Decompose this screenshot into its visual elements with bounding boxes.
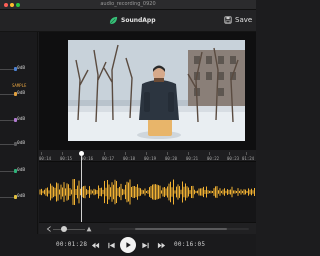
track-divider — [0, 197, 14, 198]
skip-forward-button[interactable] — [139, 239, 151, 251]
ruler-tick — [104, 152, 105, 155]
ruler-tick-label: 00:19 — [144, 156, 157, 161]
ruler-tick — [146, 152, 147, 155]
ruler-tick — [62, 152, 63, 155]
ruler-tick — [167, 152, 168, 155]
track-volume[interactable]: 0dB — [17, 66, 25, 71]
ruler-tick — [188, 152, 189, 155]
fast-forward-icon — [157, 242, 165, 248]
ruler-tick-label: 00:14 — [39, 156, 52, 161]
leaf-icon — [109, 16, 118, 25]
audio-track[interactable] — [39, 174, 256, 210]
app-header: SoundApp Save — [0, 10, 256, 32]
track-volume[interactable]: 0dB — [17, 117, 25, 122]
track-control[interactable]: 0dB — [0, 115, 38, 125]
track-volume[interactable]: 0dB — [17, 168, 25, 173]
track-volume[interactable]: 0dB — [17, 91, 25, 96]
track-volume[interactable]: 0dB — [17, 194, 25, 199]
ruler-tick-label: 00:20 — [165, 156, 178, 161]
track-divider — [0, 171, 14, 172]
track-volume[interactable]: 0dB — [17, 141, 25, 146]
video-preview-panel — [39, 32, 256, 150]
zoom-in-icon[interactable] — [85, 225, 93, 233]
current-time: 00:01:28 — [56, 241, 88, 248]
ruler-tick-label: 00:16 — [81, 156, 94, 161]
ruler-tick — [229, 152, 230, 155]
window-titlebar: audio_recording_0920 — [0, 0, 256, 10]
play-icon — [126, 242, 131, 248]
ruler-tick — [209, 152, 210, 155]
ruler-tick-label: 00:21 — [186, 156, 199, 161]
zoom-slider-track[interactable] — [53, 229, 85, 230]
rewind-icon — [91, 242, 99, 248]
ruler-tick-label: 01:24 — [242, 156, 255, 161]
audio-waveform — [39, 179, 255, 205]
time-ruler[interactable]: 00:14 00:15 00:16 00:17 00:18 00:19 00:2… — [39, 150, 256, 162]
timeline-zoom-bar — [39, 222, 256, 234]
fast-forward-button[interactable] — [155, 239, 167, 251]
track-tag: SAMPLE — [12, 83, 27, 88]
window-title: audio_recording_0920 — [100, 1, 156, 7]
timeline-panel[interactable]: 00:14 00:15 00:16 00:17 00:18 00:19 00:2… — [39, 150, 256, 222]
zoom-slider-handle[interactable] — [61, 226, 67, 232]
skip-back-icon — [107, 242, 115, 248]
video-frame-image — [68, 40, 245, 141]
scrollbar-thumb[interactable] — [135, 228, 227, 230]
track-control[interactable]: 0dB — [0, 139, 38, 149]
app-name: SoundApp — [121, 17, 156, 24]
skip-back-button[interactable] — [105, 239, 117, 251]
track-divider — [0, 120, 14, 121]
total-time: 00:16:05 — [174, 241, 206, 248]
save-icon — [224, 16, 232, 24]
track-control[interactable]: 0dB — [0, 166, 38, 176]
ruler-tick — [246, 152, 247, 155]
play-button[interactable] — [120, 237, 136, 253]
track-sidebar: 0dB SAMPLE 0dB 0dB 0dB 0dB 0dB — [0, 32, 38, 256]
brand: SoundApp — [109, 16, 156, 25]
save-label: Save — [235, 16, 253, 24]
track-divider — [0, 144, 14, 145]
rewind-button[interactable] — [89, 239, 101, 251]
track-control[interactable]: 0dB — [0, 192, 38, 202]
ruler-tick — [125, 152, 126, 155]
ruler-tick-label: 00:18 — [123, 156, 136, 161]
ruler-tick-label: 00:15 — [60, 156, 73, 161]
ruler-tick-label: 00:22 — [207, 156, 220, 161]
ruler-tick-label: 00:17 — [102, 156, 115, 161]
timeline-scrollbar[interactable] — [109, 228, 249, 230]
track-divider — [0, 94, 14, 95]
save-button[interactable]: Save — [224, 16, 252, 24]
playhead-line — [81, 156, 82, 222]
zoom-out-icon[interactable] — [45, 225, 53, 233]
transport-bar: 00:01:28 00:16:05 — [0, 234, 256, 256]
video-frame[interactable] — [68, 40, 245, 141]
track-control[interactable]: 0dB — [0, 89, 38, 99]
track-divider — [0, 69, 14, 70]
ruler-tick-label: 00:23 — [227, 156, 240, 161]
skip-forward-icon — [141, 242, 149, 248]
track-control[interactable]: 0dB — [0, 64, 38, 74]
ruler-tick — [41, 152, 42, 155]
